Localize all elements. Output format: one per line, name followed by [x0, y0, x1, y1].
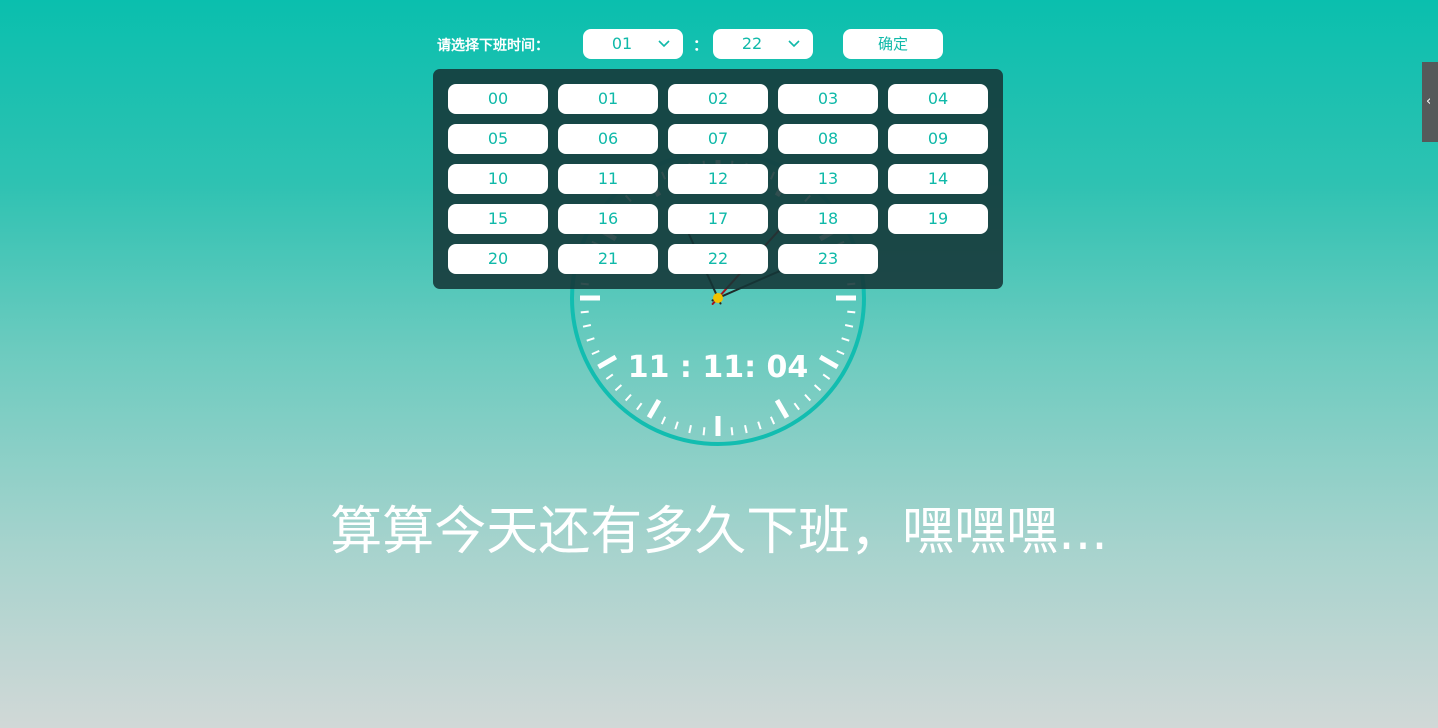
- hour-option[interactable]: 21: [558, 244, 658, 274]
- hour-select[interactable]: 01: [583, 29, 683, 59]
- clock-minute-tick: [582, 324, 592, 328]
- hour-option[interactable]: 11: [558, 164, 658, 194]
- clock-minute-tick: [674, 421, 679, 430]
- clock-minute-tick: [844, 324, 854, 328]
- hour-option[interactable]: 13: [778, 164, 878, 194]
- minute-select[interactable]: 22: [713, 29, 813, 59]
- hour-option[interactable]: 03: [778, 84, 878, 114]
- hour-option[interactable]: 23: [778, 244, 878, 274]
- clock-minute-tick: [702, 427, 706, 436]
- clock-minute-tick: [847, 310, 856, 314]
- chevron-down-icon: [788, 40, 800, 48]
- hour-option[interactable]: 19: [888, 204, 988, 234]
- time-selector-bar: 请选择下班时间： 01 ： 22 确定: [0, 0, 1438, 70]
- hour-option[interactable]: 09: [888, 124, 988, 154]
- hour-option[interactable]: 15: [448, 204, 548, 234]
- clock-hour-tick: [646, 398, 662, 419]
- hour-dropdown-panel: 00 01 02 03 04 05 06 07 08 09 10 11 12 13 14 15 16 17 18 19…: [433, 69, 1003, 289]
- hour-option[interactable]: 22: [668, 244, 768, 274]
- clock-center-dot: [713, 293, 723, 303]
- clock-minute-tick: [580, 310, 589, 314]
- clock-minute-tick: [757, 421, 762, 430]
- minute-select-value: 22: [741, 34, 763, 53]
- hour-option[interactable]: 06: [558, 124, 658, 154]
- hour-option[interactable]: 01: [558, 84, 658, 114]
- hour-option[interactable]: 04: [888, 84, 988, 114]
- hour-option[interactable]: 17: [668, 204, 768, 234]
- digital-time: 11 : 11: 04: [627, 350, 809, 385]
- hour-option[interactable]: 07: [668, 124, 768, 154]
- clock-hour-tick: [774, 398, 790, 419]
- hour-option[interactable]: 08: [778, 124, 878, 154]
- hour-option[interactable]: 20: [448, 244, 548, 274]
- clock-minute-tick: [624, 393, 632, 402]
- hour-select-value: 01: [611, 34, 633, 53]
- clock-minute-tick: [804, 393, 812, 402]
- hour-option[interactable]: 10: [448, 164, 548, 194]
- slogan-text: 算算今天还有多久下班，嘿嘿嘿...: [330, 502, 1108, 562]
- time-separator: ：: [693, 36, 709, 54]
- offwork-time-label: 请选择下班时间：: [437, 38, 549, 54]
- clock-minute-tick: [660, 416, 667, 425]
- hour-option[interactable]: 14: [888, 164, 988, 194]
- clock-minute-tick: [688, 424, 692, 434]
- hour-option[interactable]: 18: [778, 204, 878, 234]
- chevron-left-icon: ‹: [1426, 94, 1432, 109]
- clock-minute-tick: [793, 402, 800, 411]
- clock-minute-tick: [586, 337, 595, 342]
- hour-option[interactable]: 05: [448, 124, 548, 154]
- chevron-down-icon: [658, 40, 670, 48]
- side-collapse-tab[interactable]: ‹: [1422, 62, 1438, 142]
- hour-option[interactable]: 02: [668, 84, 768, 114]
- hour-option[interactable]: 16: [558, 204, 658, 234]
- clock-minute-tick: [769, 416, 776, 425]
- hour-option[interactable]: 00: [448, 84, 548, 114]
- clock-minute-tick: [841, 337, 850, 342]
- hour-option[interactable]: 12: [668, 164, 768, 194]
- clock-minute-tick: [744, 424, 748, 434]
- clock-minute-tick: [730, 427, 734, 436]
- confirm-button[interactable]: 确定: [843, 29, 943, 59]
- clock-minute-tick: [636, 402, 643, 411]
